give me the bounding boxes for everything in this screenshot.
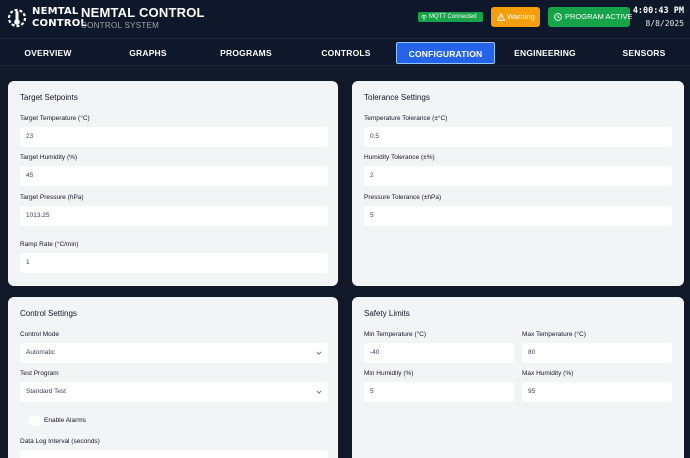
target-pressure-label: Target Pressure (hPa) xyxy=(20,194,84,201)
safety-limits-panel: Safety Limits Min Temperature (°C) -40 M… xyxy=(352,297,684,458)
enable-alarms-label: Enable Alarms xyxy=(44,417,86,424)
data-log-interval-label: Data Log Interval (seconds) xyxy=(20,438,100,445)
target-temperature-input[interactable]: 23 xyxy=(20,127,328,147)
app-logo: NEMTAL CONTROL xyxy=(6,4,87,32)
panel-title: Target Setpoints xyxy=(20,93,78,102)
mqtt-status-label: MQTT Connected xyxy=(429,14,477,20)
min-humidity-label: Min Humidity (%) xyxy=(364,370,414,377)
test-program-select[interactable]: Standard Test xyxy=(20,382,328,402)
humidity-tolerance-input[interactable]: 2 xyxy=(364,166,672,186)
pressure-tolerance-label: Pressure Tolerance (±hPa) xyxy=(364,194,442,201)
tab-graphs[interactable]: GRAPHS xyxy=(110,42,186,64)
tab-configuration[interactable]: CONFIGURATION xyxy=(396,42,495,64)
tab-engineering[interactable]: ENGINEERING xyxy=(505,42,585,64)
target-pressure-input[interactable]: 1013.25 xyxy=(20,206,328,226)
test-program-label: Test Program xyxy=(20,370,59,377)
clock-date: 8/8/2025 xyxy=(645,19,684,28)
enable-alarms-toggle[interactable] xyxy=(28,416,44,426)
data-log-interval-input[interactable] xyxy=(20,450,328,458)
ramp-rate-label: Ramp Rate (°C/min) xyxy=(20,241,79,248)
min-humidity-input[interactable]: 5 xyxy=(364,382,514,402)
main-nav: OVERVIEW GRAPHS PROGRAMS CONTROLS CONFIG… xyxy=(0,38,690,66)
warning-icon xyxy=(497,13,505,21)
warning-label: Warning xyxy=(507,12,535,21)
tab-controls[interactable]: CONTROLS xyxy=(308,42,384,64)
chevron-down-icon xyxy=(316,390,322,394)
control-mode-label: Control Mode xyxy=(20,331,60,338)
test-program-value: Standard Test xyxy=(26,388,66,395)
mqtt-status-badge: MQTT Connected xyxy=(418,12,483,22)
clock-time: 4:00:43 PM xyxy=(632,6,684,16)
chevron-down-icon xyxy=(316,351,322,355)
ramp-rate-input[interactable]: 1 xyxy=(20,253,328,273)
warning-button[interactable]: Warning xyxy=(491,7,540,27)
wifi-icon xyxy=(421,14,427,20)
program-status-label: PROGRAM ACTIVE xyxy=(565,12,633,21)
logo-text-line1: NEMTAL xyxy=(32,6,79,17)
panel-title: Control Settings xyxy=(20,309,77,318)
target-setpoints-panel: Target Setpoints Target Temperature (°C)… xyxy=(8,81,338,286)
tab-sensors[interactable]: SENSORS xyxy=(606,42,682,64)
app-header: NEMTAL CONTROL NEMTAL CONTROL CONTROL SY… xyxy=(0,0,690,38)
tolerance-settings-panel: Tolerance Settings Temperature Tolerance… xyxy=(352,81,684,286)
temperature-tolerance-input[interactable]: 0.5 xyxy=(364,127,672,147)
control-mode-value: Automatic xyxy=(26,349,55,356)
target-humidity-label: Target Humidity (%) xyxy=(20,154,78,161)
tab-programs[interactable]: PROGRAMS xyxy=(208,42,284,64)
min-temperature-label: Min Temperature (°C) xyxy=(364,331,427,338)
humidity-tolerance-label: Humidity Tolerance (±%) xyxy=(364,154,435,161)
temperature-tolerance-label: Temperature Tolerance (±°C) xyxy=(364,115,448,122)
program-active-button[interactable]: PROGRAM ACTIVE xyxy=(548,7,633,27)
tab-overview[interactable]: OVERVIEW xyxy=(10,42,86,64)
panel-title: Safety Limits xyxy=(364,309,410,318)
target-temperature-label: Target Temperature (°C) xyxy=(20,115,90,122)
pressure-tolerance-input[interactable]: 5 xyxy=(364,206,672,226)
max-humidity-input[interactable]: 95 xyxy=(522,382,672,402)
control-mode-select[interactable]: Automatic xyxy=(20,343,328,363)
target-humidity-input[interactable]: 45 xyxy=(20,166,328,186)
clock-icon xyxy=(554,13,562,21)
logo-text: NEMTAL CONTROL xyxy=(32,6,87,30)
min-temperature-input[interactable]: -40 xyxy=(364,343,514,363)
panel-title: Tolerance Settings xyxy=(364,93,430,102)
control-settings-panel: Control Settings Control Mode Automatic … xyxy=(8,297,338,458)
max-temperature-label: Max Temperature (°C) xyxy=(522,331,586,338)
logo-text-line2: CONTROL xyxy=(32,18,88,29)
max-temperature-input[interactable]: 80 xyxy=(522,343,672,363)
app-title: NEMTAL CONTROL xyxy=(81,5,205,20)
gear-thermometer-icon xyxy=(7,8,27,28)
app-subtitle: CONTROL SYSTEM xyxy=(81,21,160,30)
max-humidity-label: Max Humidity (%) xyxy=(522,370,574,377)
